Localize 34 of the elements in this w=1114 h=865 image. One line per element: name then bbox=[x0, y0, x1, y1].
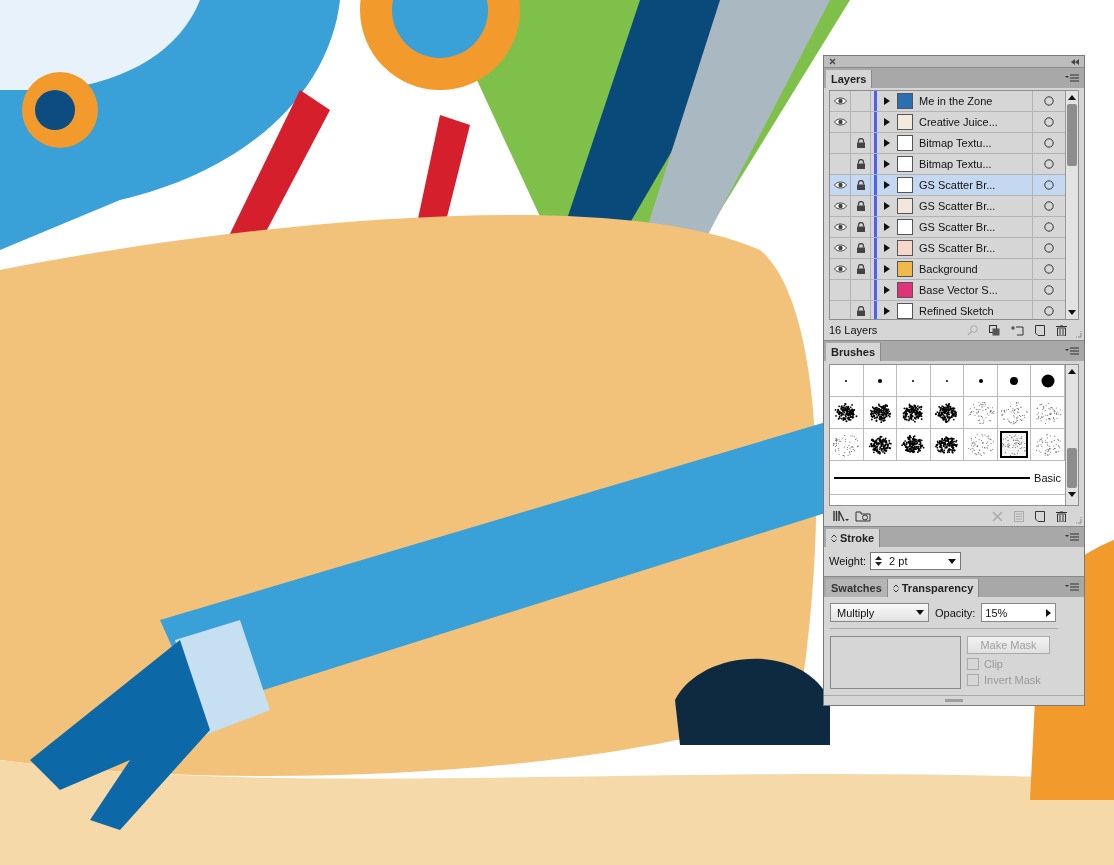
panel-tab[interactable]: Brushes bbox=[826, 343, 882, 361]
panel-tab[interactable]: Transparency bbox=[887, 579, 980, 597]
layer-row[interactable]: GS Scatter Br... bbox=[830, 238, 1065, 259]
layer-name: Creative Juice... bbox=[919, 116, 998, 128]
layer-row[interactable]: GS Scatter Br... bbox=[830, 196, 1065, 217]
checkbox-label: Invert Mask bbox=[984, 674, 1041, 686]
weight-field[interactable]: 2 pt bbox=[870, 552, 962, 570]
layer-name: Me in the Zone bbox=[919, 95, 993, 107]
layer-name: Base Vector S... bbox=[919, 284, 998, 296]
layer-row[interactable]: GS Scatter Br... bbox=[830, 175, 1065, 196]
opacity-field[interactable]: 15% bbox=[981, 603, 1057, 622]
layer-row[interactable]: Me in the Zone bbox=[830, 91, 1065, 112]
layer-name: GS Scatter Br... bbox=[919, 200, 996, 212]
weight-label: Weight: bbox=[829, 555, 867, 567]
layer-row[interactable]: Bitmap Textu... bbox=[830, 133, 1065, 154]
opacity-label: Opacity: bbox=[935, 606, 976, 619]
layer-name: GS Scatter Br... bbox=[919, 179, 996, 191]
layer-row[interactable]: Refined Sketch bbox=[830, 301, 1065, 319]
layer-row[interactable]: Base Vector S... bbox=[830, 280, 1065, 301]
blend-mode-dropdown[interactable]: Multiply bbox=[830, 603, 929, 622]
layer-row[interactable]: GS Scatter Br... bbox=[830, 217, 1065, 238]
layer-count: 16 Layers bbox=[829, 324, 878, 336]
layer-row[interactable]: Creative Juice... bbox=[830, 112, 1065, 133]
checkbox-label: Clip bbox=[984, 658, 1003, 670]
panel-tab[interactable]: Layers bbox=[826, 70, 873, 88]
layer-name: Refined Sketch bbox=[919, 305, 994, 317]
panel-tab[interactable]: Swatches bbox=[826, 579, 888, 597]
layer-row[interactable]: Background bbox=[830, 259, 1065, 280]
panel-tab[interactable]: Stroke bbox=[826, 529, 881, 547]
layer-name: Bitmap Textu... bbox=[919, 158, 992, 170]
layer-name: GS Scatter Br... bbox=[919, 242, 996, 254]
layer-name: Background bbox=[919, 263, 978, 275]
layer-name: GS Scatter Br... bbox=[919, 221, 996, 233]
layer-name: Bitmap Textu... bbox=[919, 137, 992, 149]
